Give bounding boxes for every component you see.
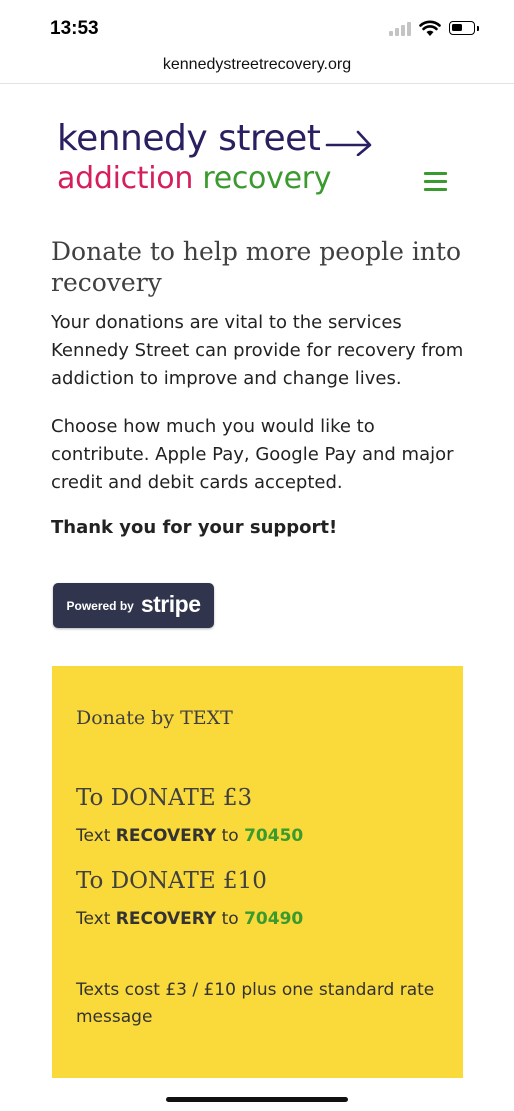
instruction-to: to <box>216 909 245 929</box>
stripe-powered-by: Powered by <box>66 598 134 613</box>
donate-10-instruction: Text RECOVERY to 70490 <box>76 909 303 929</box>
sms-keyword: RECOVERY <box>115 909 217 929</box>
contribute-paragraph: Choose how much you would like to contri… <box>51 416 454 493</box>
wifi-icon <box>419 20 441 36</box>
address-bar[interactable]: kennedystreetrecovery.org <box>0 50 514 84</box>
home-indicator[interactable] <box>166 1097 348 1102</box>
url-text[interactable]: kennedystreetrecovery.org <box>163 56 351 74</box>
instruction-prefix: Text <box>76 826 116 846</box>
status-time: 13:53 <box>50 18 99 39</box>
logo-line2: addiction recovery <box>57 161 332 196</box>
sms-keyword: RECOVERY <box>115 826 217 846</box>
stripe-donate-button[interactable]: Powered by stripe <box>53 583 214 628</box>
donate-10-title: To DONATE £10 <box>76 868 267 894</box>
cellular-signal-icon <box>389 22 413 36</box>
arrow-right-icon <box>325 130 372 156</box>
text-donate-box: Donate by TEXT To DONATE £3 Text RECOVER… <box>52 666 463 1078</box>
page-title: Donate to help more people into recovery <box>51 237 462 297</box>
donate-3-instruction: Text RECOVERY to 70450 <box>76 826 303 846</box>
sms-number-link[interactable]: 70490 <box>244 909 303 929</box>
logo-word-addiction: addiction <box>57 161 194 196</box>
intro-paragraph: Your donations are vital to the services… <box>51 312 464 389</box>
instruction-prefix: Text <box>76 909 116 929</box>
text-donate-heading: Donate by TEXT <box>76 707 233 729</box>
instruction-to: to <box>216 826 245 846</box>
status-bar: 13:53 <box>0 0 514 50</box>
logo-word-recovery: recovery <box>202 161 332 196</box>
battery-icon <box>449 21 475 35</box>
logo-line1: kennedy street <box>57 118 321 159</box>
stripe-logo: stripe <box>140 590 201 617</box>
battery-nub <box>477 26 479 31</box>
hamburger-menu-icon[interactable] <box>421 169 451 193</box>
thank-you-text: Thank you for your support! <box>51 517 338 538</box>
site-logo[interactable]: kennedy street addiction recovery <box>55 118 395 198</box>
text-cost-note: Texts cost £3 / £10 plus one standard ra… <box>76 980 435 1027</box>
sms-number-link[interactable]: 70450 <box>244 826 303 846</box>
donate-3-title: To DONATE £3 <box>76 785 253 811</box>
